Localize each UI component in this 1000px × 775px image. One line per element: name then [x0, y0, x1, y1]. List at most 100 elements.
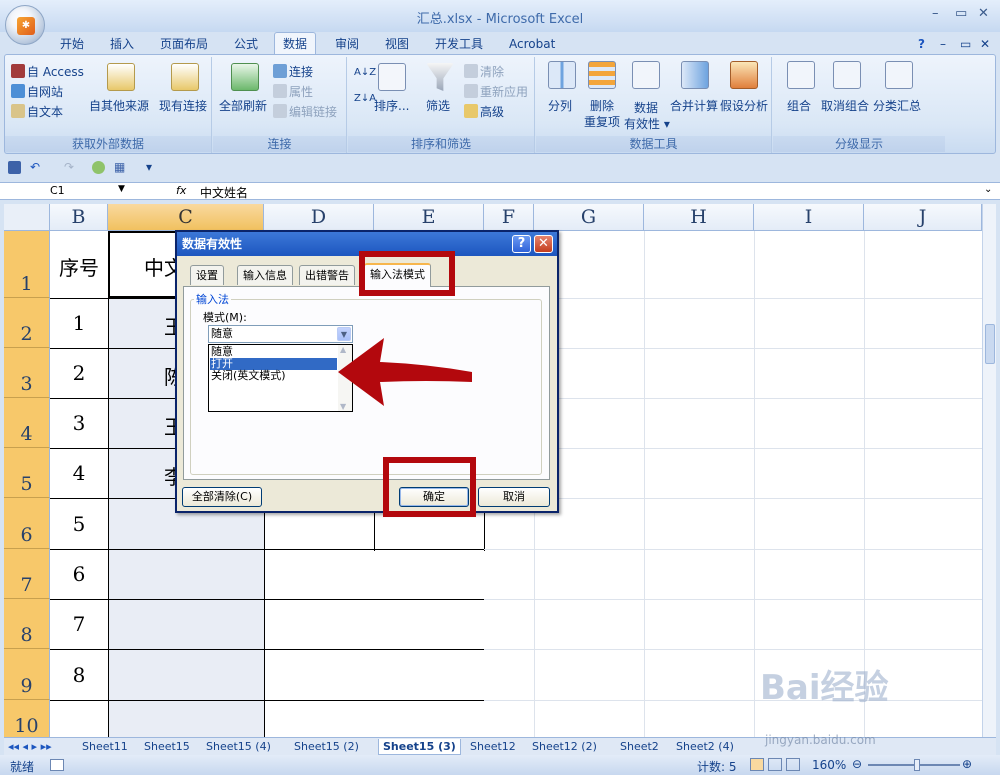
row-header-5[interactable]: 5	[4, 448, 50, 498]
cell-b4[interactable]: 3	[50, 411, 108, 435]
minimize-button[interactable]: –	[932, 6, 939, 21]
insert-function-button[interactable]: fx	[176, 184, 186, 197]
zoom-slider-thumb[interactable]	[914, 759, 920, 771]
cell-b2[interactable]: 1	[50, 311, 108, 335]
sort-asc-icon[interactable]: A↓Z	[354, 67, 376, 78]
ribbon-minimize-button[interactable]: –	[940, 34, 946, 54]
cell-b3[interactable]: 2	[50, 361, 108, 385]
tab-input-message[interactable]: 输入信息	[237, 265, 293, 285]
toolbar-extra-icon[interactable]: ▦	[114, 160, 125, 174]
zoom-level[interactable]: 160%	[812, 758, 846, 772]
tab-formulas[interactable]: 公式	[234, 34, 258, 54]
col-header-e[interactable]: E	[374, 204, 484, 231]
col-header-j[interactable]: J	[864, 204, 982, 231]
sheet-tab-active[interactable]: Sheet15 (3)	[378, 739, 461, 755]
undo-icon[interactable]: ↶	[30, 160, 40, 174]
sheet-tab-7[interactable]: Sheet12 (2)	[532, 739, 597, 755]
zoom-in-icon[interactable]: ⊕	[962, 757, 972, 771]
cell-b7[interactable]: 6	[50, 562, 108, 586]
circle-icon[interactable]	[92, 161, 105, 174]
restore-button[interactable]: ▭	[955, 6, 967, 21]
from-text-button[interactable]: 自文本	[11, 103, 63, 120]
office-button[interactable]: ✱	[5, 5, 45, 45]
what-if-button[interactable]: 假设分析	[720, 97, 768, 114]
col-header-h[interactable]: H	[644, 204, 754, 231]
data-validation-label-1[interactable]: 数据	[634, 99, 658, 116]
consolidate-button[interactable]: 合并计算	[670, 97, 718, 114]
ribbon-close-button[interactable]: ✕	[980, 34, 990, 54]
remove-duplicates-label-1[interactable]: 删除	[590, 97, 614, 114]
other-sources-button[interactable]: 自其他来源	[89, 97, 149, 114]
tab-view[interactable]: 视图	[385, 34, 409, 54]
cell-b9[interactable]: 8	[50, 663, 108, 687]
filter-button[interactable]: 筛选	[426, 97, 450, 114]
tab-page-layout[interactable]: 页面布局	[160, 34, 208, 54]
existing-connections-button[interactable]: 现有连接	[159, 97, 207, 114]
tab-home[interactable]: 开始	[60, 34, 84, 54]
sheet-nav-icon[interactable]: ◂◂ ◂ ▸ ▸▸	[8, 739, 52, 755]
sheet-tab-9[interactable]: Sheet2 (4)	[676, 739, 734, 755]
row-header-1[interactable]: 1	[4, 231, 50, 298]
refresh-all-button[interactable]: 全部刷新	[219, 97, 267, 114]
tab-developer[interactable]: 开发工具	[435, 34, 483, 54]
mode-options-list[interactable]: 随意 打开 关闭(英文模式) ▲ ▼	[208, 344, 353, 412]
save-icon[interactable]	[8, 161, 21, 174]
tab-insert[interactable]: 插入	[110, 34, 134, 54]
sheet-tab-6[interactable]: Sheet12	[470, 739, 516, 755]
properties-button[interactable]: 属性	[273, 83, 313, 100]
mode-dropdown[interactable]: 随意 ▼	[208, 325, 353, 343]
sheet-tab-3[interactable]: Sheet15 (4)	[206, 739, 271, 755]
normal-view-icon[interactable]	[750, 758, 764, 771]
name-box-dropdown-icon[interactable]: ▼	[118, 184, 125, 194]
from-access-button[interactable]: 自 Access	[11, 63, 84, 80]
close-window-button[interactable]: ✕	[978, 6, 989, 21]
from-web-button[interactable]: 自网站	[11, 83, 63, 100]
advanced-button[interactable]: 高级	[464, 103, 504, 120]
cell-b1[interactable]: 序号	[50, 252, 108, 281]
page-break-view-icon[interactable]	[786, 758, 800, 771]
subtotal-button[interactable]: 分类汇总	[873, 97, 921, 114]
remove-duplicates-label-2[interactable]: 重复项	[584, 113, 620, 130]
tab-acrobat[interactable]: Acrobat	[509, 34, 555, 54]
ribbon-restore-button[interactable]: ▭	[960, 34, 971, 54]
cell-b6[interactable]: 5	[50, 512, 108, 536]
sort-button[interactable]: 排序...	[374, 97, 409, 114]
row-header-7[interactable]: 7	[4, 549, 50, 599]
row-header-3[interactable]: 3	[4, 348, 50, 398]
macro-record-icon[interactable]	[50, 759, 64, 771]
page-layout-view-icon[interactable]	[768, 758, 782, 771]
customize-toolbar-icon[interactable]: ▾	[146, 160, 152, 174]
expand-formula-icon[interactable]: ⌄	[984, 184, 992, 195]
row-header-2[interactable]: 2	[4, 298, 50, 348]
row-header-10[interactable]: 10	[4, 700, 50, 737]
group-button[interactable]: 组合	[787, 97, 811, 114]
cancel-button[interactable]: 取消	[478, 487, 550, 507]
name-box[interactable]: C1	[4, 184, 128, 199]
connections-button[interactable]: 连接	[273, 63, 313, 80]
reapply-button[interactable]: 重新应用	[464, 83, 528, 100]
cell-b8[interactable]: 7	[50, 612, 108, 636]
formula-input[interactable]: 中文姓名	[200, 184, 248, 201]
row-header-8[interactable]: 8	[4, 599, 50, 649]
dialog-close-button[interactable]: ✕	[534, 235, 553, 253]
data-validation-label-2[interactable]: 有效性 ▾	[624, 115, 670, 132]
row-header-9[interactable]: 9	[4, 649, 50, 700]
col-header-b[interactable]: B	[50, 204, 108, 231]
col-header-g[interactable]: G	[534, 204, 644, 231]
tab-review[interactable]: 审阅	[335, 34, 359, 54]
redo-icon[interactable]: ↷	[64, 160, 74, 174]
scroll-thumb[interactable]	[985, 324, 995, 364]
clear-all-button[interactable]: 全部清除(C)	[182, 487, 262, 507]
tab-data[interactable]: 数据	[274, 32, 317, 55]
help-icon[interactable]: ?	[918, 34, 925, 54]
cell-b5[interactable]: 4	[50, 461, 108, 485]
vertical-scrollbar[interactable]	[982, 204, 996, 737]
col-header-i[interactable]: I	[754, 204, 864, 231]
edit-links-button[interactable]: 编辑链接	[273, 103, 337, 120]
clear-button[interactable]: 清除	[464, 63, 504, 80]
sheet-tab-8[interactable]: Sheet2	[620, 739, 659, 755]
option-off-english[interactable]: 关闭(英文模式)	[210, 370, 337, 382]
tab-error-alert[interactable]: 出错警告	[299, 265, 355, 285]
tab-settings[interactable]: 设置	[190, 265, 224, 285]
col-header-c[interactable]: C	[108, 204, 264, 231]
